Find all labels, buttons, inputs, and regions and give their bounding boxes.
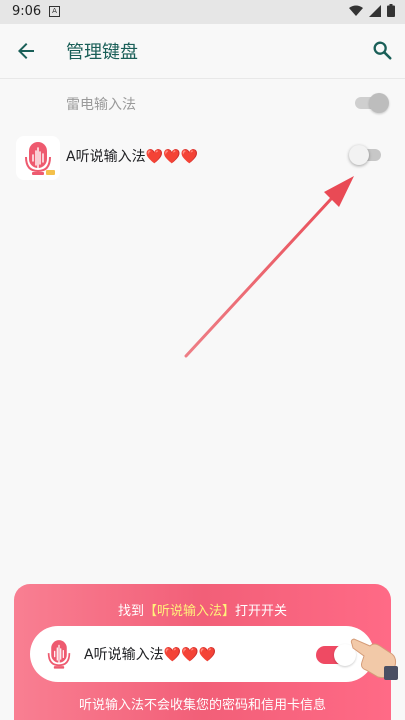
status-icons [349, 4, 395, 17]
status-time: 9:06 [12, 4, 42, 19]
guide-keyboard-item: A听说输入法❤️❤️❤️ [30, 626, 374, 682]
keyboard-item-tingshuo[interactable]: A听说输入法❤️❤️❤️ [0, 130, 405, 186]
search-icon[interactable] [371, 39, 393, 61]
microphone-app-icon [40, 635, 78, 673]
status-bar: 9:06 A [0, 0, 405, 24]
guide-title: 找到【听说输入法】打开开关 [14, 600, 391, 619]
battery-icon [387, 4, 395, 17]
guide-title-suffix: 打开开关 [235, 604, 288, 619]
keyboard-item-leidian[interactable]: 雷电输入法 [0, 82, 405, 126]
arrow-left-icon[interactable] [14, 39, 38, 63]
guide-title-prefix: 找到 [117, 604, 144, 619]
keyboard-name: A听说输入法❤️❤️❤️ [66, 149, 198, 165]
pointing-hand-icon [350, 638, 398, 680]
microphone-app-icon [16, 136, 60, 180]
keyboard-name: 雷电输入法 [66, 97, 136, 113]
signal-icon [369, 4, 381, 17]
keyboard-toggle-leidian[interactable] [353, 93, 389, 113]
wifi-icon [349, 5, 363, 16]
page-title: 管理键盘 [66, 42, 138, 63]
notification-badge: A [49, 6, 60, 17]
guide-title-highlight: 【听说输入法】 [143, 604, 235, 619]
guide-privacy-note: 听说输入法不会收集您的密码和信用卡信息 [78, 698, 326, 713]
guide-app-name: A听说输入法❤️❤️❤️ [84, 647, 216, 663]
keyboard-toggle-tingshuo[interactable] [349, 145, 383, 165]
app-bar: 管理键盘 [0, 24, 405, 79]
guide-card: 找到【听说输入法】打开开关 A听说输入法❤️❤️❤️ 听说输入法不会收集您的密码… [14, 584, 398, 720]
